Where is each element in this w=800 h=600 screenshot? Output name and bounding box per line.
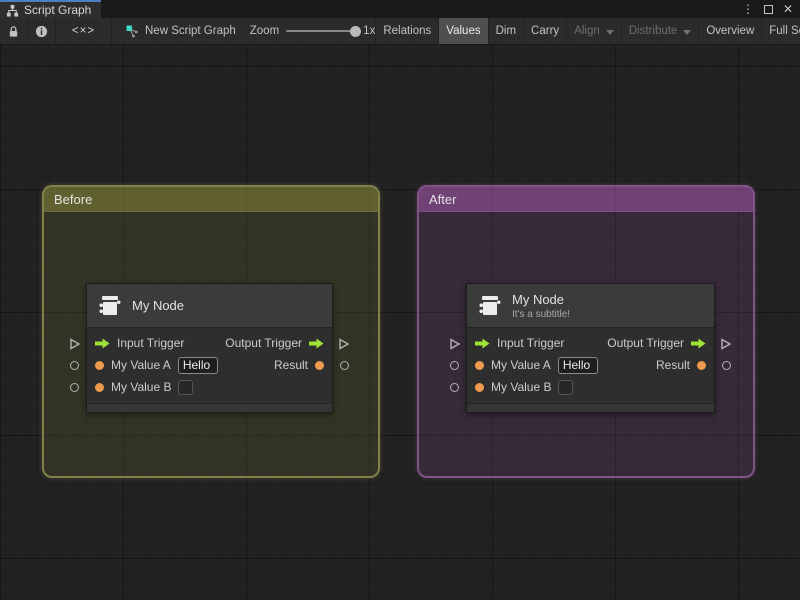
value-port-icon xyxy=(475,382,484,392)
script-graph-icon xyxy=(6,4,19,17)
node-title: My Node xyxy=(132,298,185,313)
port-output-trigger[interactable]: Output Trigger xyxy=(225,336,324,350)
port-result[interactable]: Result xyxy=(656,358,706,372)
external-value-b-port[interactable] xyxy=(450,383,459,392)
overview-button[interactable]: Overview xyxy=(698,18,761,44)
my-value-b-input[interactable] xyxy=(178,379,194,395)
lock-icon xyxy=(7,25,20,38)
trigger-arrow-icon xyxy=(309,338,324,348)
unit-icon xyxy=(97,293,123,319)
node-body: Input Trigger Output Trigger My Value A … xyxy=(467,328,714,403)
node-title: My Node xyxy=(512,291,565,307)
value-port-icon xyxy=(95,382,104,392)
port-output-trigger[interactable]: Output Trigger xyxy=(607,336,706,350)
port-input-trigger[interactable]: Input Trigger xyxy=(95,336,184,350)
fullscreen-button[interactable]: Full Screen xyxy=(761,18,800,44)
zoom-control: Zoom 1x xyxy=(250,18,376,44)
node-my-node-before[interactable]: My Node Input Trigger Output Trigger My … xyxy=(70,283,350,413)
lock-button[interactable] xyxy=(0,18,28,44)
api-code-button[interactable]: <×> xyxy=(56,18,112,44)
values-toggle[interactable]: Values xyxy=(438,18,488,44)
trigger-arrow-icon xyxy=(95,338,110,348)
external-input-trigger-port[interactable] xyxy=(449,338,461,350)
port-input-trigger[interactable]: Input Trigger xyxy=(475,336,564,350)
graph-canvas[interactable]: Before After My Node Input Trigger Outpu… xyxy=(0,45,800,600)
tab-strip: Script Graph ⋮ ✕ xyxy=(0,0,800,18)
zoom-value: 1x xyxy=(363,25,376,37)
unit-icon xyxy=(477,293,503,319)
node-footer xyxy=(87,403,332,412)
group-after-header[interactable]: After xyxy=(419,187,753,212)
zoom-slider-knob[interactable] xyxy=(350,25,362,37)
window-controls: ⋮ ✕ xyxy=(740,0,800,18)
port-my-value-b[interactable]: My Value B xyxy=(475,379,574,395)
graph-title: New Script Graph xyxy=(145,25,236,37)
node-header[interactable]: My Node xyxy=(87,284,332,328)
port-my-value-a[interactable]: My Value A xyxy=(475,356,598,374)
node-my-node-after[interactable]: My Node It's a subtitle! Input Trigger O… xyxy=(450,283,732,413)
value-port-icon xyxy=(697,360,706,370)
my-value-b-input[interactable] xyxy=(558,379,574,395)
zoom-slider[interactable] xyxy=(286,25,362,37)
group-before-header[interactable]: Before xyxy=(44,187,378,212)
port-result[interactable]: Result xyxy=(274,358,324,372)
code-icon: <×> xyxy=(71,25,96,37)
my-value-a-input[interactable] xyxy=(557,356,598,374)
external-output-trigger-port[interactable] xyxy=(338,338,350,350)
node-body: Input Trigger Output Trigger My Value A … xyxy=(87,328,332,403)
external-output-trigger-port[interactable] xyxy=(720,338,732,350)
zoom-label: Zoom xyxy=(249,25,280,37)
chevron-down-icon xyxy=(683,29,692,35)
group-after-label: After xyxy=(429,191,457,207)
inspect-button[interactable] xyxy=(28,18,56,44)
tab-script-graph[interactable]: Script Graph xyxy=(0,0,102,18)
external-result-port[interactable] xyxy=(722,361,731,370)
node-subtitle: It's a subtitle! xyxy=(512,308,571,320)
relations-toggle[interactable]: Relations xyxy=(375,18,438,44)
close-icon[interactable]: ✕ xyxy=(780,1,796,17)
carry-toggle[interactable]: Carry xyxy=(523,18,566,44)
tab-title: Script Graph xyxy=(24,3,92,17)
value-port-icon xyxy=(95,360,104,370)
graph-breadcrumb[interactable]: New Script Graph xyxy=(126,18,236,44)
node-footer xyxy=(467,403,714,412)
align-dropdown[interactable]: Align xyxy=(566,18,621,44)
external-value-b-port[interactable] xyxy=(70,383,79,392)
my-value-a-input[interactable] xyxy=(177,356,218,374)
dim-toggle[interactable]: Dim xyxy=(487,18,523,44)
external-value-a-port[interactable] xyxy=(70,361,79,370)
chevron-down-icon xyxy=(605,29,614,35)
value-port-icon xyxy=(475,360,484,370)
port-my-value-a[interactable]: My Value A xyxy=(95,356,218,374)
trigger-arrow-icon xyxy=(475,338,490,348)
maximize-icon[interactable] xyxy=(760,1,776,17)
group-before-label: Before xyxy=(54,191,93,207)
graph-node-icon xyxy=(126,24,139,38)
window-menu-icon[interactable]: ⋮ xyxy=(740,1,756,17)
node-header[interactable]: My Node It's a subtitle! xyxy=(467,284,714,328)
graph-toolbar: <×> New Script Graph Zoom 1x Relations V… xyxy=(0,18,800,45)
external-result-port[interactable] xyxy=(340,361,349,370)
trigger-arrow-icon xyxy=(691,338,706,348)
external-value-a-port[interactable] xyxy=(450,361,459,370)
info-icon xyxy=(35,25,48,38)
value-port-icon xyxy=(315,360,324,370)
distribute-dropdown[interactable]: Distribute xyxy=(620,18,699,44)
port-my-value-b[interactable]: My Value B xyxy=(95,379,194,395)
toolbar-toggles: Relations Values Dim Carry Align Distrib… xyxy=(375,18,800,44)
external-input-trigger-port[interactable] xyxy=(69,338,81,350)
